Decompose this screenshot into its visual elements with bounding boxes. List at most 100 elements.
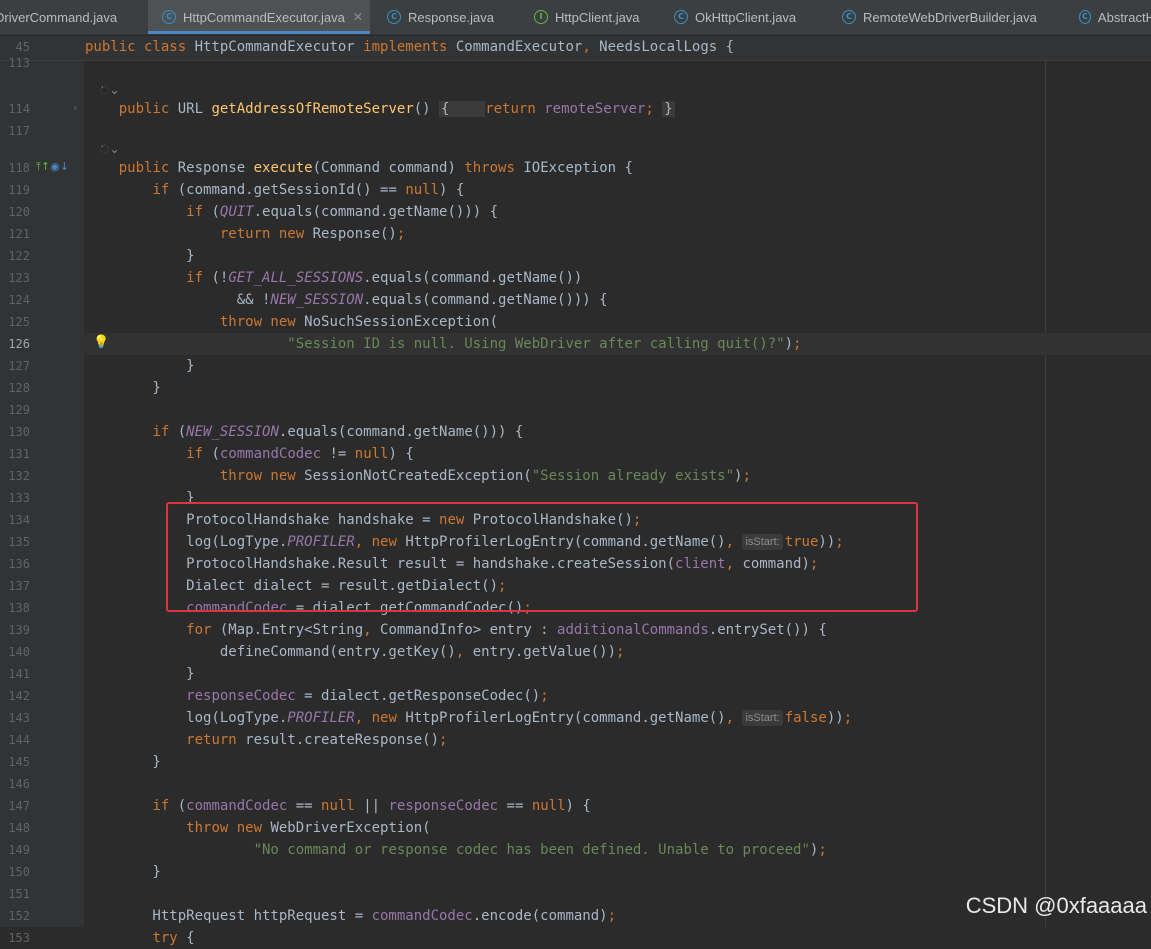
code-token: SessionNotCreatedException( (304, 468, 532, 484)
code-text: && !NEW_SESSION.equals(command.getName()… (85, 291, 608, 309)
class-icon: C (387, 10, 401, 24)
code-token: HttpRequest httpRequest = (85, 908, 372, 924)
line-number: 130 (8, 425, 30, 439)
tab-remotewebdriverbuilder-java[interactable]: C RemoteWebDriverBuilder.java (828, 0, 1060, 34)
code-text: if (commandCodec == null || responseCode… (85, 797, 590, 815)
code-line[interactable]: 131 if (commandCodec != null) { (0, 443, 1151, 465)
code-line[interactable]: 143 log(LogType.PROFILER, new HttpProfil… (0, 707, 1151, 729)
code-line[interactable]: 148 throw new WebDriverException( (0, 817, 1151, 839)
line-number: 113 (8, 56, 30, 70)
line-number: 124 (8, 293, 30, 307)
implements-icon[interactable]: ⤒↑ (36, 160, 50, 173)
code-text: if (!GET_ALL_SESSIONS.equals(command.get… (85, 269, 582, 287)
folded-region[interactable]: } (662, 101, 675, 117)
line-number: 137 (8, 579, 30, 593)
annotation-dropdown-icon[interactable]: ᨗ⌄ (100, 142, 120, 157)
code-line[interactable]: 127 } (0, 355, 1151, 377)
class-icon: C (674, 10, 688, 24)
code-token: getAddressOfRemoteServer (211, 101, 414, 117)
code-line[interactable]: 139 for (Map.Entry<String, CommandInfo> … (0, 619, 1151, 641)
annotation-dropdown-icon[interactable]: ᨗ⌄ (100, 83, 120, 98)
code-line[interactable]: 147 if (commandCodec == null || response… (0, 795, 1151, 817)
fold-expand-icon[interactable]: › (73, 101, 77, 114)
code-line[interactable]: 145 } (0, 751, 1151, 773)
highlight-annotation-box (166, 502, 918, 612)
code-line[interactable]: 118 ⤒↑◉↓ public Response execute(Command … (0, 157, 1151, 179)
line-number: 123 (8, 271, 30, 285)
implements-override-icon[interactable]: ⤒↑◉↓ (36, 160, 69, 174)
code-token: public (118, 101, 178, 117)
folded-region[interactable]: { (439, 101, 486, 117)
code-line[interactable]: 114 › public URL getAddressOfRemoteServer… (0, 98, 1151, 120)
code-line[interactable]: 119 if (command.getSessionId() == null) … (0, 179, 1151, 201)
code-line[interactable]: 122 } (0, 245, 1151, 267)
code-text: if (commandCodec != null) { (85, 445, 414, 463)
code-line[interactable]: 124 && !NEW_SESSION.equals(command.getNa… (0, 289, 1151, 311)
code-token: .entrySet()) { (708, 622, 827, 638)
code-line[interactable]: 142 responseCodec = dialect.getResponseC… (0, 685, 1151, 707)
code-line[interactable]: 153 try { (0, 927, 1151, 949)
tab-abstracth[interactable]: C AbstractH (1065, 0, 1151, 34)
code-line[interactable]: 126 💡 "Session ID is null. Using WebDrive… (0, 333, 1151, 355)
code-token: CommandInfo> entry : (380, 622, 558, 638)
code-token: NoSuchSessionException( (304, 314, 499, 330)
code-token: (! (211, 270, 229, 286)
code-text: if (NEW_SESSION.equals(command.getName()… (85, 423, 523, 441)
tab-label: HttpClient.java (555, 9, 640, 25)
tab-httpclient-java[interactable]: I HttpClient.java (520, 0, 657, 34)
code-line[interactable]: 141 } (0, 663, 1151, 685)
code-token: return (485, 101, 545, 117)
code-token: } (85, 864, 161, 880)
line-number: 148 (8, 821, 30, 835)
code-line[interactable]: 130 if (NEW_SESSION.equals(command.getNa… (0, 421, 1151, 443)
code-token: ; (742, 468, 751, 484)
code-token: null (354, 446, 389, 462)
code-token: additionalCommands (557, 622, 709, 638)
code-text: } (85, 753, 160, 771)
code-line[interactable]: 120 if (QUIT.equals(command.getName())) … (0, 201, 1151, 223)
code-line[interactable]: 146 (0, 773, 1151, 795)
code-line[interactable]: 149 "No command or response codec has be… (0, 839, 1151, 861)
code-line[interactable]: 129 (0, 399, 1151, 421)
code-token: IOException { (523, 160, 633, 176)
code-token: log(LogType. (85, 710, 288, 726)
line-number: 149 (8, 843, 30, 857)
line-number: 121 (8, 227, 30, 241)
code-token: .equals(command.getName())) { (253, 204, 499, 220)
line-number: 140 (8, 645, 30, 659)
code-line[interactable]: 150 } (0, 861, 1151, 883)
code-text: } (85, 665, 194, 683)
code-token: entry.getValue()) (472, 644, 617, 660)
code-text: defineCommand(entry.getKey(), entry.getV… (85, 643, 625, 661)
tab-response-java[interactable]: C Response.java (373, 0, 517, 34)
code-line[interactable]: 123 if (!GET_ALL_SESSIONS.equals(command… (0, 267, 1151, 289)
watermark: CSDN @0xfaaaaa (965, 893, 1147, 918)
tab-label: RemoteWebDriverBuilder.java (863, 9, 1037, 25)
code-token: URL (177, 101, 212, 117)
tab-httpcommandexecutor-java[interactable]: C HttpCommandExecutor.java ✕ (148, 0, 370, 34)
code-token: == (295, 798, 322, 814)
code-token: execute (253, 160, 313, 176)
code-token: ( (177, 798, 187, 814)
tab-okhttpclient-java[interactable]: C OkHttpClient.java (660, 0, 825, 34)
code-line[interactable]: 113 (0, 52, 1151, 74)
code-token: (Command command) (312, 160, 465, 176)
code-token: if (152, 424, 178, 440)
code-text: if (QUIT.equals(command.getName())) { (85, 203, 498, 221)
override-icon[interactable]: ◉↓ (50, 160, 69, 173)
code-line[interactable]: 132 throw new SessionNotCreatedException… (0, 465, 1151, 487)
code-line[interactable]: 125 throw new NoSuchSessionException( (0, 311, 1151, 333)
code-token: .equals(command.getName())) { (278, 424, 524, 440)
close-icon[interactable]: ✕ (353, 10, 363, 24)
code-line[interactable]: 121 return new Response(); (0, 223, 1151, 245)
code-line[interactable]: 144 return result.createResponse(); (0, 729, 1151, 751)
code-line[interactable]: 140 defineCommand(entry.getKey(), entry.… (0, 641, 1151, 663)
code-line[interactable]: 128 } (0, 377, 1151, 399)
tab-drivercommand-java[interactable]: DriverCommand.java (0, 0, 148, 34)
